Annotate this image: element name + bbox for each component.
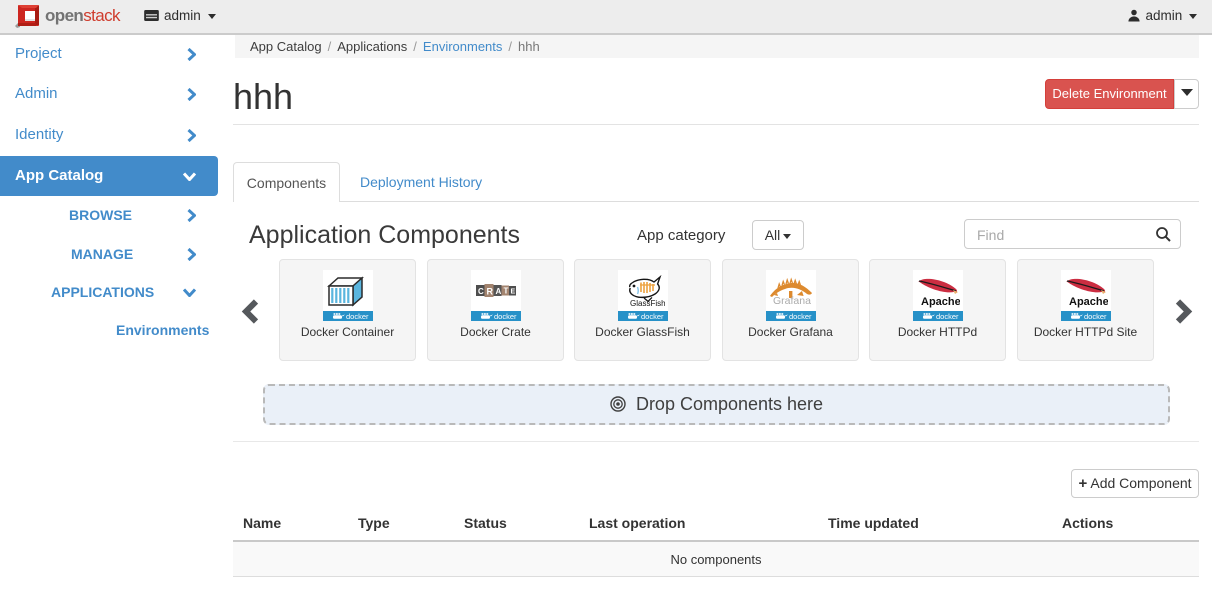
svg-text:Grafana: Grafana: [773, 295, 811, 307]
svg-text:Apache: Apache: [921, 296, 960, 308]
svg-text:E: E: [511, 288, 516, 295]
svg-text:GlassFish: GlassFish: [630, 299, 665, 308]
svg-text:docker: docker: [936, 312, 959, 321]
svg-text:docker: docker: [641, 312, 664, 321]
svg-text:C: C: [478, 287, 484, 296]
svg-text:docker: docker: [494, 312, 517, 321]
svg-text:docker: docker: [1084, 312, 1107, 321]
svg-text:R: R: [487, 286, 494, 296]
svg-text:docker: docker: [789, 312, 812, 321]
svg-text:T: T: [504, 286, 509, 295]
svg-text:Apache: Apache: [1069, 296, 1108, 308]
svg-text:docker: docker: [346, 312, 369, 321]
svg-text:A: A: [496, 287, 502, 296]
